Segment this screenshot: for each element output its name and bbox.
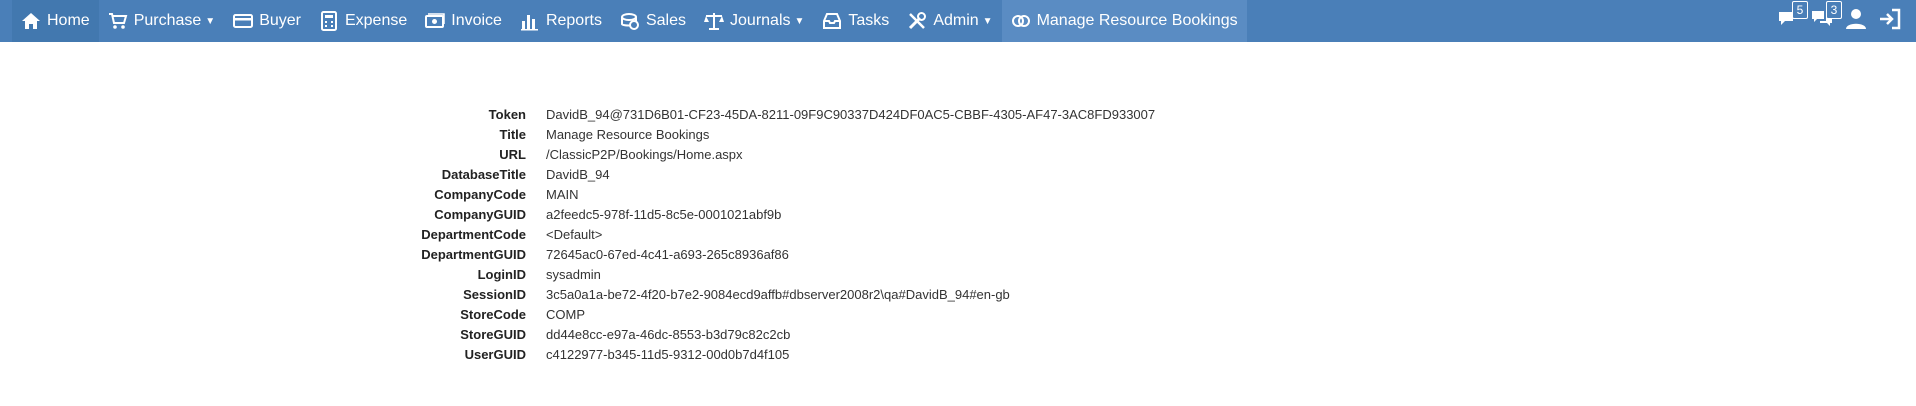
table-row: DatabaseTitle DavidB_94 — [0, 165, 1155, 185]
nav-tasks[interactable]: Tasks — [813, 0, 898, 42]
nav-expense-label: Expense — [344, 12, 408, 29]
nav-manage-resource-bookings[interactable]: Manage Resource Bookings — [1001, 0, 1247, 42]
table-row: DepartmentGUID 72645ac0-67ed-4c41-a693-2… — [0, 245, 1155, 265]
calculator-icon — [319, 11, 339, 31]
table-row: StoreCode COMP — [0, 305, 1155, 325]
row-key: Title — [499, 127, 527, 142]
top-navbar: Home Purchase ▼ Buyer Expense Invoice Re… — [0, 0, 1916, 42]
row-value: <Default> — [546, 227, 603, 242]
row-value: MAIN — [546, 187, 579, 202]
nav-purchase-label: Purchase — [133, 12, 202, 29]
nav-invoice-label: Invoice — [451, 12, 502, 29]
table-row: Title Manage Resource Bookings — [0, 125, 1155, 145]
credit-card-icon — [233, 11, 254, 31]
row-value: 3c5a0a1a-be72-4f20-b7e2-9084ecd9affb#dbs… — [546, 287, 1010, 302]
row-key: CompanyGUID — [434, 207, 526, 222]
notifications-badge: 3 — [1826, 1, 1842, 19]
row-key: CompanyCode — [434, 187, 526, 202]
table-row: DepartmentCode <Default> — [0, 225, 1155, 245]
session-info-table: Token DavidB_94@731D6B01-CF23-45DA-8211-… — [0, 105, 1155, 365]
coins-icon — [620, 11, 640, 31]
user-profile-button[interactable] — [1842, 7, 1870, 35]
messages-badge: 5 — [1792, 1, 1808, 19]
cart-icon — [108, 11, 128, 31]
table-row: URL /ClassicP2P/Bookings/Home.aspx — [0, 145, 1155, 165]
row-value: Manage Resource Bookings — [546, 127, 710, 142]
nav-reports[interactable]: Reports — [511, 0, 611, 42]
nav-expense[interactable]: Expense — [310, 0, 416, 42]
table-row: SessionID 3c5a0a1a-be72-4f20-b7e2-9084ec… — [0, 285, 1155, 305]
chevron-down-icon: ▼ — [794, 15, 805, 27]
tools-icon — [907, 11, 927, 31]
nav-home[interactable]: Home — [12, 0, 99, 42]
row-value: c4122977-b345-11d5-9312-00d0b7d4f105 — [546, 347, 790, 362]
nav-tasks-label: Tasks — [848, 12, 890, 29]
scales-icon — [704, 11, 725, 31]
row-key: StoreGUID — [460, 327, 526, 342]
money-icon — [425, 11, 445, 31]
messages-button[interactable]: 5 — [1774, 1, 1808, 35]
sign-out-icon — [1878, 7, 1902, 36]
row-value: DavidB_94@731D6B01-CF23-45DA-8211-09F9C9… — [546, 107, 1156, 122]
row-key: DepartmentGUID — [421, 247, 526, 262]
nav-invoice[interactable]: Invoice — [416, 0, 511, 42]
row-value: /ClassicP2P/Bookings/Home.aspx — [546, 147, 743, 162]
nav-home-label: Home — [47, 12, 90, 29]
nav-sales-label: Sales — [645, 12, 687, 29]
table-row: CompanyGUID a2feedc5-978f-11d5-8c5e-0001… — [0, 205, 1155, 225]
table-row: CompanyCode MAIN — [0, 185, 1155, 205]
nav-journals-label: Journals — [730, 12, 791, 29]
row-value: COMP — [546, 307, 585, 322]
row-value: 72645ac0-67ed-4c41-a693-265c8936af86 — [546, 247, 789, 262]
table-row: UserGUID c4122977-b345-11d5-9312-00d0b7d… — [0, 345, 1155, 365]
chevron-down-icon: ▼ — [205, 15, 216, 27]
row-key: UserGUID — [464, 347, 526, 362]
row-key: URL — [499, 147, 526, 162]
nav-buyer-label: Buyer — [259, 12, 301, 29]
link-icon — [1011, 11, 1031, 31]
row-value: sysadmin — [546, 267, 601, 282]
nav-purchase[interactable]: Purchase ▼ — [99, 0, 225, 42]
bar-chart-icon — [520, 11, 540, 31]
nav-sales[interactable]: Sales — [611, 0, 695, 42]
row-key: LoginID — [477, 267, 526, 282]
nav-menu: Home Purchase ▼ Buyer Expense Invoice Re… — [12, 0, 1247, 42]
table-row: LoginID sysadmin — [0, 265, 1155, 285]
table-row: StoreGUID dd44e8cc-e97a-46dc-8553-b3d79c… — [0, 325, 1155, 345]
home-icon — [21, 11, 41, 31]
row-value: a2feedc5-978f-11d5-8c5e-0001021abf9b — [546, 207, 782, 222]
notifications-button[interactable]: 3 — [1808, 1, 1842, 35]
row-value: dd44e8cc-e97a-46dc-8553-b3d79c82c2cb — [546, 327, 791, 342]
row-key: DepartmentCode — [421, 227, 526, 242]
row-key: DatabaseTitle — [441, 167, 526, 182]
user-icon — [1844, 7, 1868, 36]
nav-reports-label: Reports — [545, 12, 602, 29]
logout-button[interactable] — [1876, 7, 1904, 35]
row-key: Token — [488, 107, 526, 122]
row-key: SessionID — [463, 287, 526, 302]
nav-admin-label: Admin — [933, 12, 979, 29]
chevron-down-icon: ▼ — [982, 15, 993, 27]
nav-manage-resource-bookings-label: Manage Resource Bookings — [1036, 12, 1238, 29]
row-key: StoreCode — [460, 307, 526, 322]
table-row: Token DavidB_94@731D6B01-CF23-45DA-8211-… — [0, 105, 1155, 125]
inbox-icon — [822, 11, 842, 31]
nav-admin[interactable]: Admin ▼ — [898, 0, 1001, 42]
nav-journals[interactable]: Journals ▼ — [695, 0, 813, 42]
nav-right-tools: 5 3 — [1774, 0, 1904, 42]
nav-buyer[interactable]: Buyer — [224, 0, 310, 42]
row-value: DavidB_94 — [546, 167, 610, 182]
